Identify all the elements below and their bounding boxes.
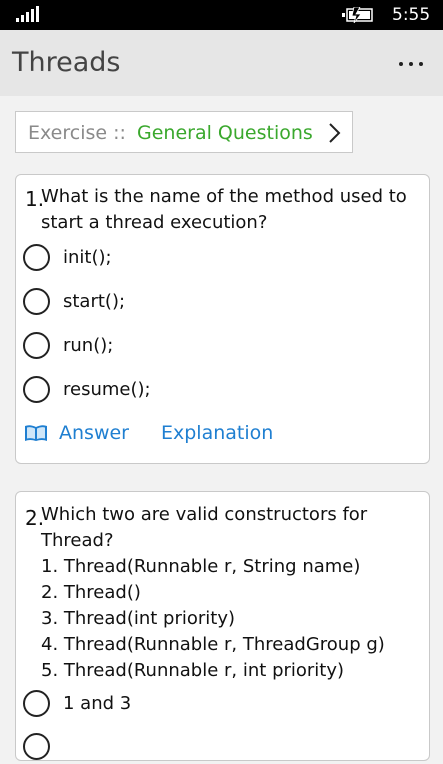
page-title: Threads [12,47,121,78]
app-bar: Threads [0,30,443,96]
radio-button[interactable] [23,244,50,271]
exercise-name: General Questions [137,122,313,144]
constructor-item: 4. Thread(Runnable r, ThreadGroup g) [41,634,385,655]
book-icon [25,425,47,441]
explanation-link[interactable]: Explanation [161,422,273,444]
exercise-prefix: Exercise :: [28,122,126,144]
battery-icon [342,7,373,23]
radio-button[interactable] [23,332,50,359]
option-label: init(); [63,247,112,268]
question-text-line: start a thread execution? [41,212,268,233]
more-dot-icon [399,62,403,66]
option-label: resume(); [63,379,151,400]
answer-option[interactable]: start(); [23,285,343,319]
radio-button[interactable] [23,376,50,403]
option-label: 1 and 3 [63,693,132,714]
constructor-item: 5. Thread(Runnable r, int priority) [41,660,345,681]
radio-button[interactable] [23,690,50,717]
answer-link[interactable]: Answer [59,422,129,444]
more-options-button[interactable] [393,44,429,80]
answer-option[interactable]: resume(); [23,373,343,407]
more-dot-icon [419,62,423,66]
radio-button[interactable] [23,733,50,760]
radio-button[interactable] [23,288,50,315]
question-text-line: Which two are valid constructors for [41,504,368,525]
answer-option[interactable]: 1 and 3 [23,687,343,721]
answer-option[interactable]: init(); [23,241,343,275]
question-text-line: Thread? [41,530,114,551]
question-card: 1. What is the name of the method used t… [15,174,430,464]
exercise-selector[interactable]: Exercise :: General Questions [15,111,353,153]
question-card: 2. Which two are valid constructors for … [15,491,430,761]
status-bar: 5:55 [0,0,443,30]
chevron-right-icon [329,123,341,143]
answer-option[interactable]: run(); [23,329,343,363]
signal-icon [16,6,39,22]
question-text-line: What is the name of the method used to [41,186,407,207]
constructor-item: 1. Thread(Runnable r, String name) [41,556,361,577]
answer-option[interactable] [23,730,343,764]
option-label: start(); [63,291,126,312]
more-dot-icon [409,62,413,66]
constructor-item: 3. Thread(int priority) [41,608,236,629]
status-time: 5:55 [392,5,431,25]
constructor-item: 2. Thread() [41,582,141,603]
option-label: run(); [63,335,114,356]
